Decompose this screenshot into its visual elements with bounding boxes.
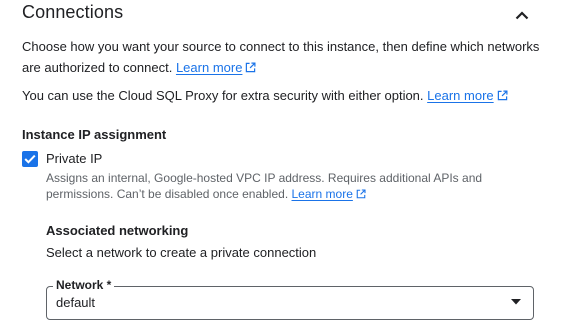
learn-more-link-intro[interactable]: Learn more bbox=[176, 60, 242, 75]
open-in-new-icon bbox=[356, 189, 366, 199]
private-ip-helper: Assigns an internal, Google-hosted VPC I… bbox=[46, 170, 506, 202]
intro-text: Choose how you want your source to conne… bbox=[22, 36, 542, 78]
open-in-new-icon bbox=[246, 62, 256, 73]
learn-more-label: Learn more bbox=[427, 88, 494, 103]
learn-more-link-private-ip[interactable]: Learn more bbox=[292, 187, 353, 201]
network-select-label: Network * bbox=[53, 278, 115, 292]
chevron-up-icon bbox=[515, 10, 529, 19]
associated-networking-heading: Associated networking bbox=[46, 223, 189, 238]
private-ip-helper-text: Assigns an internal, Google-hosted VPC I… bbox=[46, 171, 483, 201]
associated-networking-description: Select a network to create a private con… bbox=[46, 245, 317, 260]
network-select-value: default bbox=[56, 295, 96, 310]
section-title: Connections bbox=[22, 2, 124, 22]
learn-more-link-proxy[interactable]: Learn more bbox=[427, 88, 493, 103]
open-in-new-icon bbox=[497, 90, 508, 101]
intro-text-body: Choose how you want your source to conne… bbox=[22, 39, 540, 75]
private-ip-checkbox[interactable] bbox=[22, 151, 38, 167]
network-select[interactable]: Network * default bbox=[46, 278, 534, 320]
private-ip-label[interactable]: Private IP bbox=[46, 151, 102, 166]
learn-more-label: Learn more bbox=[175, 60, 243, 75]
learn-more-label: Learn more bbox=[291, 187, 353, 201]
checkmark-icon bbox=[24, 154, 36, 164]
collapse-button[interactable] bbox=[510, 3, 534, 27]
proxy-text: You can use the Cloud SQL Proxy for extr… bbox=[22, 85, 562, 106]
dropdown-arrow-icon bbox=[511, 299, 521, 305]
ip-assignment-heading: Instance IP assignment bbox=[22, 127, 167, 142]
proxy-text-body: You can use the Cloud SQL Proxy for extr… bbox=[22, 88, 424, 103]
